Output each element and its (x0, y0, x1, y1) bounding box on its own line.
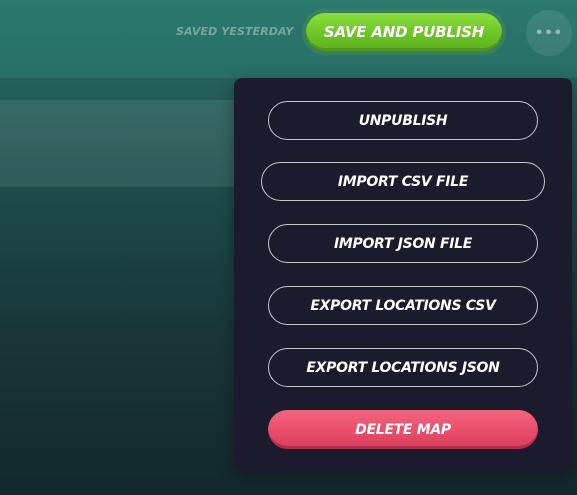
export-locations-json-button[interactable]: EXPORT LOCATIONS JSON (268, 348, 538, 387)
export-locations-csv-button[interactable]: EXPORT LOCATIONS CSV (268, 286, 538, 325)
saved-status-text: SAVED YESTERDAY (176, 25, 294, 38)
import-json-file-button[interactable]: IMPORT JSON FILE (268, 224, 538, 263)
options-dropdown-menu: UNPUBLISH IMPORT CSV FILE IMPORT JSON FI… (234, 78, 572, 471)
save-and-publish-button[interactable]: SAVE AND PUBLISH (306, 13, 502, 51)
more-horizontal-icon: ••• (535, 25, 563, 41)
delete-map-button[interactable]: DELETE MAP (268, 410, 538, 449)
content-panel (0, 100, 240, 187)
import-csv-file-button[interactable]: IMPORT CSV FILE (261, 162, 545, 201)
unpublish-button[interactable]: UNPUBLISH (268, 101, 538, 140)
more-options-button[interactable]: ••• (526, 10, 572, 56)
